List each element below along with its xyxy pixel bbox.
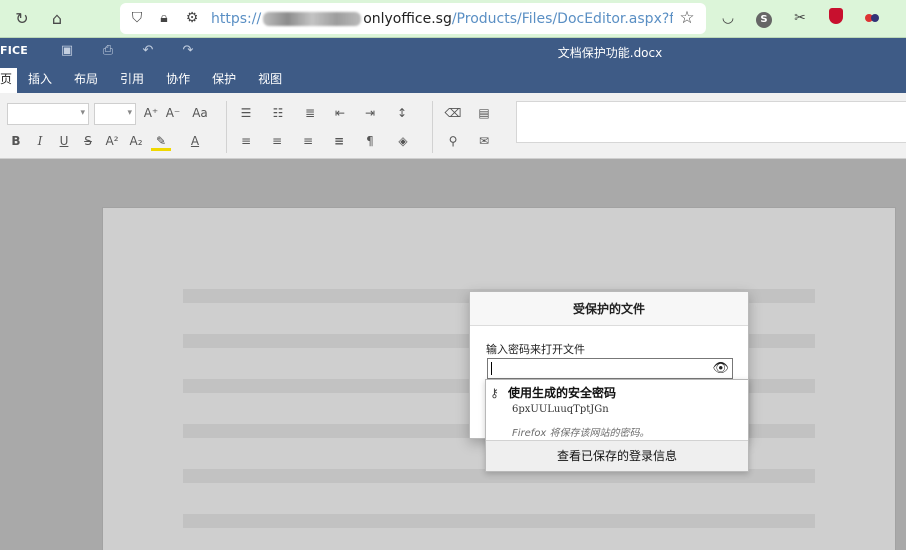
font-color-button[interactable]: A (185, 131, 205, 151)
print-icon[interactable]: ⎙ (99, 42, 117, 60)
font-decrease-button[interactable]: A⁻ (163, 103, 183, 123)
ribbon-toolbar: ▾ ▾ A⁺ A⁻ Aa B I U S A² A₂ ✎ A ☰ ☷ ≣ ⇤ ⇥… (0, 93, 906, 159)
extension-icon[interactable] (862, 8, 882, 28)
brand-logo: FICE (0, 44, 28, 57)
copy-style-icon[interactable]: ⚲ (443, 131, 463, 151)
tab-home[interactable]: 页 (0, 68, 18, 93)
view-saved-logins-button[interactable]: 查看已保存的登录信息 (486, 440, 748, 471)
profile-letter: S (756, 12, 772, 28)
dialog-title: 受保护的文件 (470, 292, 748, 326)
tab-protection[interactable]: 保护 (201, 68, 247, 93)
tab-view[interactable]: 视图 (247, 68, 293, 93)
password-input[interactable]: 👁︎ (487, 358, 733, 379)
bookmark-star-icon[interactable]: ☆ (678, 9, 696, 27)
save-note: Firefox 将保存该网站的密码。 (512, 428, 650, 439)
generated-password: 6pxUULuuqTptJGn (512, 404, 609, 415)
strikethrough-button[interactable]: S (78, 131, 98, 151)
styles-gallery[interactable] (516, 101, 906, 143)
permissions-icon[interactable]: ⚙ (183, 9, 201, 27)
browser-toolbar: ↻ ⌂ ⛉ 🔒︎ ⚙ https:// onlyoffice.sg/Product… (0, 0, 906, 38)
screenshot-icon[interactable]: ✂ (790, 8, 810, 28)
color-scheme-icon[interactable]: ▤ (474, 103, 494, 123)
toolbar-divider (226, 101, 227, 153)
password-label: 输入密码来打开文件 (486, 343, 585, 356)
increase-indent-icon[interactable]: ⇥ (360, 103, 380, 123)
url-prefix: https:// (211, 11, 262, 27)
ublock-icon[interactable] (826, 8, 846, 28)
password-suggestion-popup: ⚷ 使用生成的安全密码 6pxUULuuqTptJGn Firefox 将保存该网… (485, 379, 749, 472)
tab-references[interactable]: 引用 (109, 68, 155, 93)
font-increase-button[interactable]: A⁺ (141, 103, 161, 123)
use-generated-password-item[interactable]: ⚷ 使用生成的安全密码 (490, 384, 616, 402)
italic-button[interactable]: I (30, 131, 50, 151)
tab-layout[interactable]: 布局 (63, 68, 109, 93)
subscript-button[interactable]: A₂ (126, 131, 146, 151)
chevron-down-icon: ▾ (127, 108, 132, 118)
toolbar-divider (432, 101, 433, 153)
url-text[interactable]: https:// onlyoffice.sg/Products/Files/Doc… (211, 10, 673, 28)
key-icon: ⚷ (490, 386, 499, 400)
url-path: /Products/Files/DocEditor.aspx?fileid (451, 11, 673, 27)
chevron-down-icon: ▾ (80, 108, 85, 118)
tab-insert[interactable]: 插入 (17, 68, 63, 93)
bold-button[interactable]: B (6, 131, 26, 151)
font-size-select[interactable]: ▾ (94, 103, 136, 125)
bullet-list-icon[interactable]: ☰ (236, 103, 256, 123)
decrease-indent-icon[interactable]: ⇤ (330, 103, 350, 123)
font-family-select[interactable]: ▾ (7, 103, 89, 125)
ribbon-tabs: 页 插入 布局 引用 协作 保护 视图 (0, 68, 293, 93)
pocket-icon[interactable]: ◡ (718, 8, 738, 28)
address-bar[interactable]: ⛉ 🔒︎ ⚙ https:// onlyoffice.sg/Products/Fi… (120, 3, 706, 34)
shield-icon[interactable]: ⛉ (128, 9, 146, 27)
underline-button[interactable]: U (54, 131, 74, 151)
multilevel-list-icon[interactable]: ≣ (300, 103, 320, 123)
line-spacing-icon[interactable]: ↕ (392, 103, 412, 123)
align-center-icon[interactable]: ≡ (267, 131, 287, 151)
change-case-button[interactable]: Aa (187, 103, 213, 123)
mail-merge-icon[interactable]: ✉ (474, 131, 494, 151)
document-canvas (0, 160, 906, 550)
paragraph-marks-button[interactable]: ¶ (360, 131, 380, 151)
numbered-list-icon[interactable]: ☷ (268, 103, 288, 123)
redo-icon[interactable]: ↷ (179, 42, 197, 60)
eye-icon[interactable]: 👁︎ (712, 360, 729, 377)
reload-icon[interactable]: ↻ (12, 9, 32, 29)
clear-style-icon[interactable]: ⌫ (443, 103, 463, 123)
justify-icon[interactable]: ≡ (329, 131, 349, 151)
url-host: onlyoffice.sg (363, 11, 452, 27)
text-caret (491, 362, 492, 375)
document-title: 文档保护功能.docx (557, 46, 663, 60)
superscript-button[interactable]: A² (102, 131, 122, 151)
blurred-subdomain (263, 12, 362, 26)
editor-header: FICE ▣ ⎙ ↶ ↷ 文档保护功能.docx 页 插入 布局 引用 协作 保… (0, 38, 906, 93)
align-right-icon[interactable]: ≡ (298, 131, 318, 151)
save-icon[interactable]: ▣ (58, 42, 76, 60)
suggestion-title: 使用生成的安全密码 (508, 386, 617, 400)
placeholder-line (183, 514, 815, 528)
align-left-icon[interactable]: ≡ (236, 131, 256, 151)
lock-icon[interactable]: 🔒︎ (155, 9, 173, 27)
undo-icon[interactable]: ↶ (139, 42, 157, 60)
tab-collaboration[interactable]: 协作 (155, 68, 201, 93)
paragraph-shading-icon[interactable]: ◈ (393, 131, 413, 151)
profile-icon[interactable]: S (754, 8, 774, 28)
home-icon[interactable]: ⌂ (47, 9, 67, 29)
highlight-icon[interactable]: ✎ (151, 131, 171, 151)
